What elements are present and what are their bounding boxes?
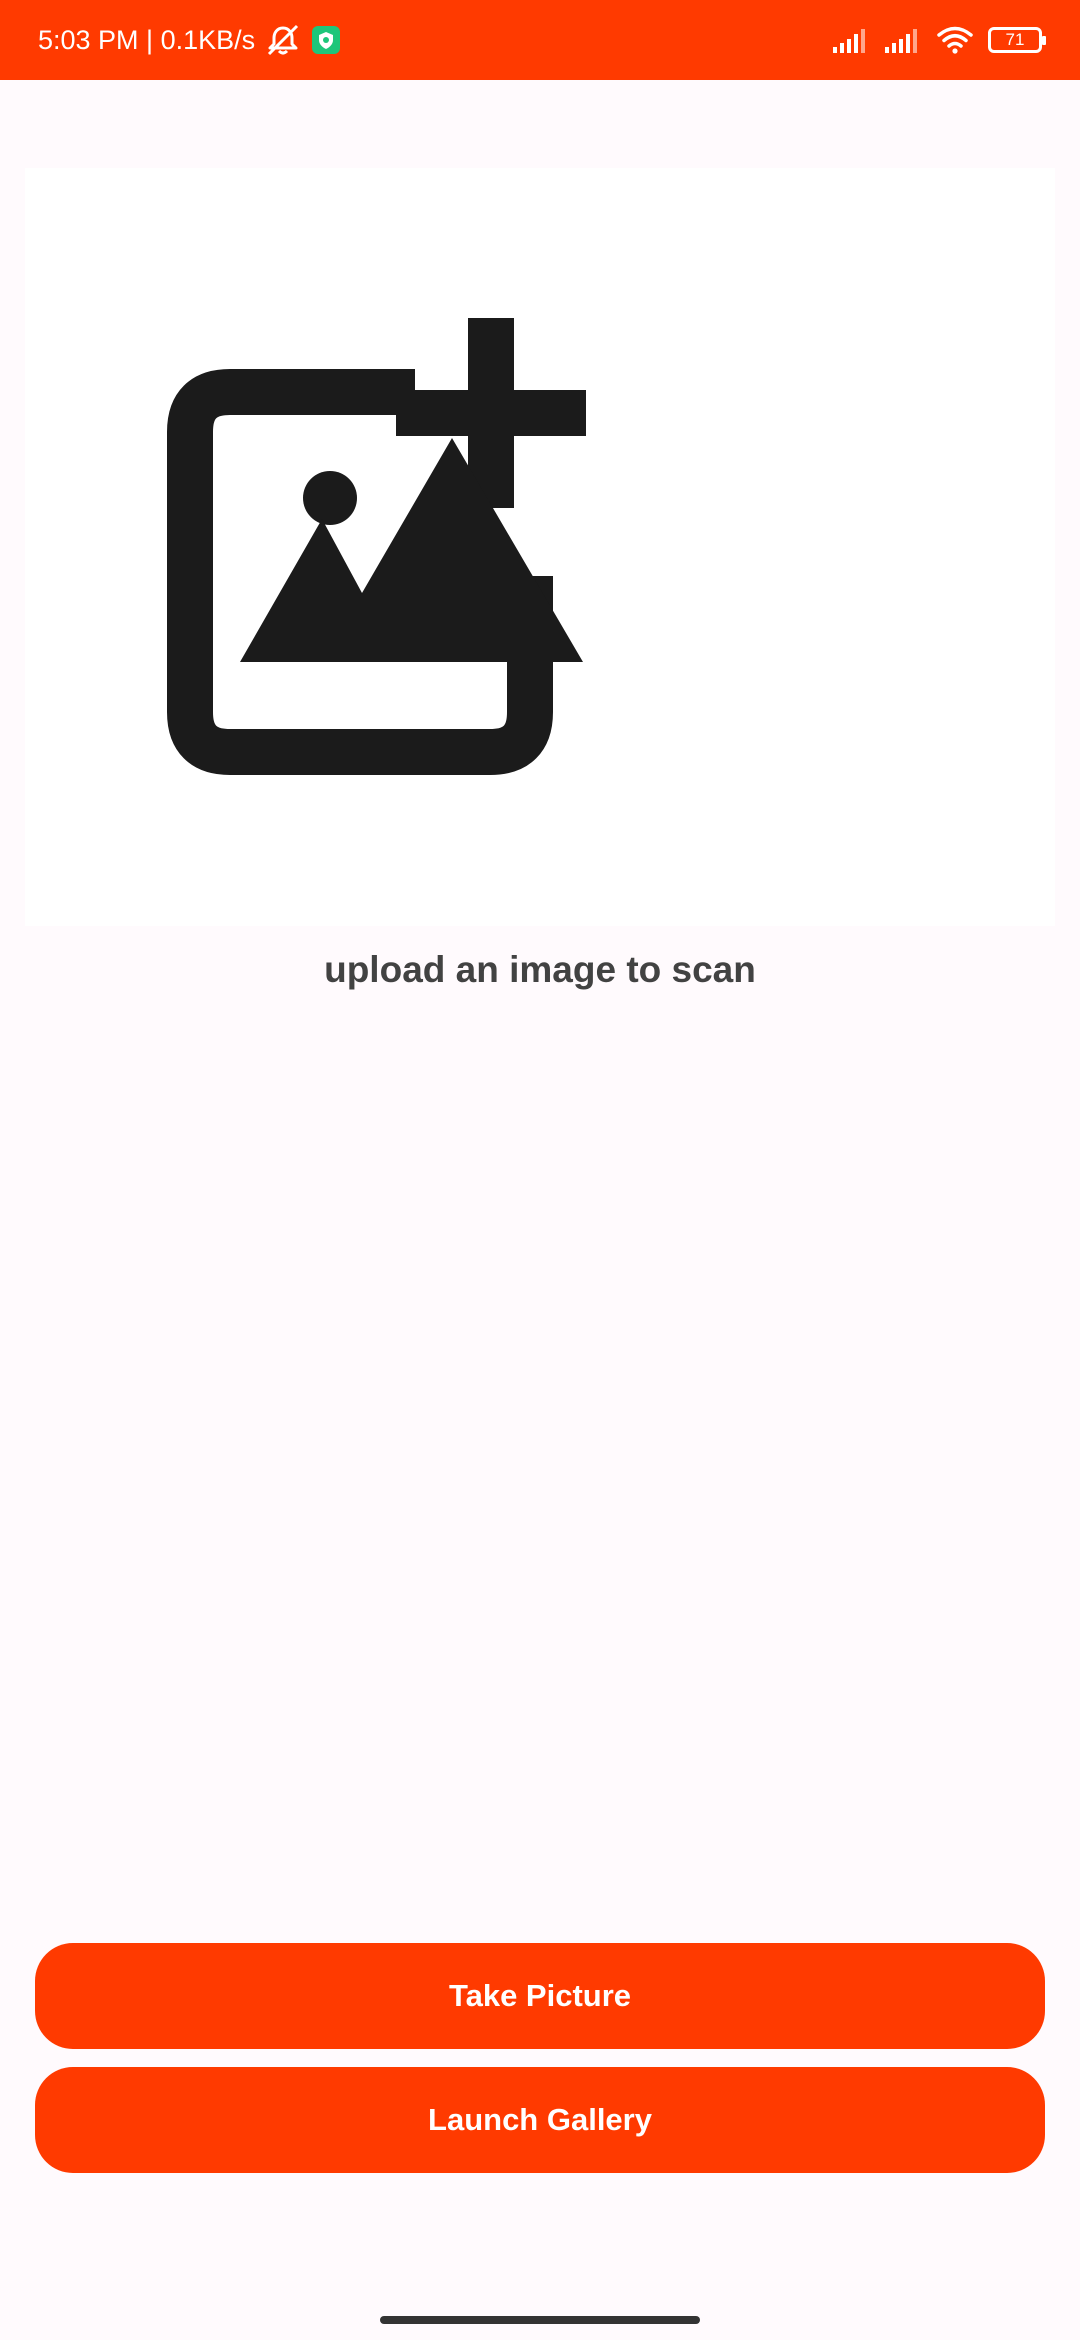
upload-image-panel[interactable] — [25, 168, 1055, 926]
shield-icon — [311, 25, 341, 55]
battery-icon: 71 — [988, 27, 1046, 53]
add-photo-icon — [167, 318, 586, 775]
upload-prompt-text: upload an image to scan — [324, 949, 756, 990]
status-bar: 5:03 PM | 0.1KB/s 71 — [0, 0, 1080, 80]
mute-icon — [265, 24, 301, 56]
wifi-icon — [936, 25, 974, 55]
take-picture-button[interactable]: Take Picture — [35, 1943, 1045, 2049]
launch-gallery-button[interactable]: Launch Gallery — [35, 2067, 1045, 2173]
signal-icon — [832, 26, 870, 54]
battery-level: 71 — [1005, 30, 1025, 49]
status-time-speed: 5:03 PM | 0.1KB/s — [38, 24, 256, 55]
signal-icon — [884, 26, 922, 54]
status-left: 5:03 PM | 0.1KB/s — [38, 0, 341, 80]
home-indicator[interactable] — [380, 2316, 700, 2324]
status-right: 71 — [832, 0, 1046, 80]
